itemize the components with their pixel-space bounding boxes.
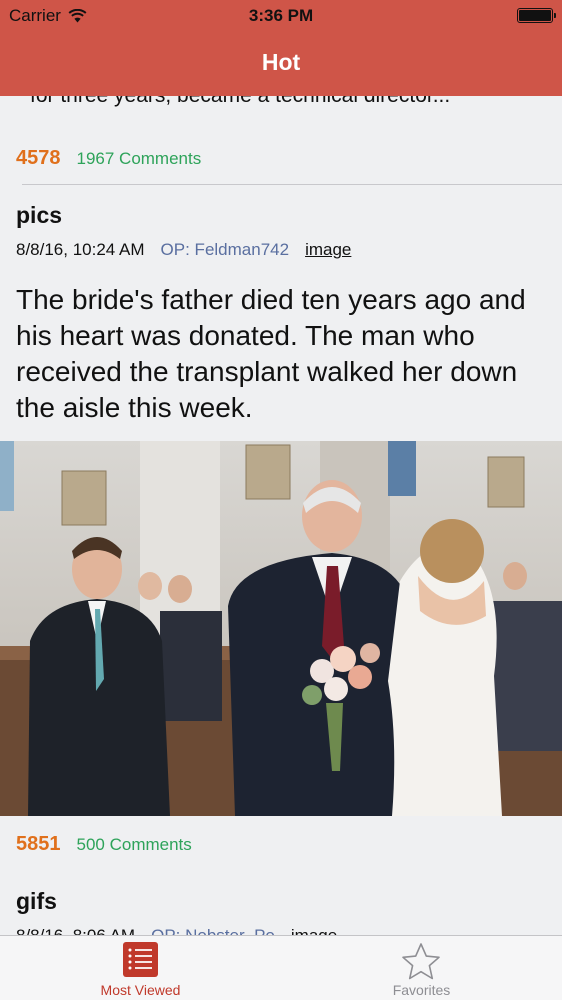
post-meta: 8/8/16, 10:24 AM OP: Feldman742 image bbox=[16, 240, 351, 260]
tab-most-viewed[interactable]: Most Viewed bbox=[0, 936, 281, 1000]
status-bar: Carrier 3:36 PM bbox=[0, 0, 562, 32]
navigation-header: Carrier 3:36 PM Hot bbox=[0, 0, 562, 96]
status-time: 3:36 PM bbox=[248, 6, 314, 25]
post-image[interactable] bbox=[0, 441, 562, 816]
post-author-link[interactable]: OP: Nobster_Po bbox=[151, 926, 275, 935]
tab-favorites[interactable]: Favorites bbox=[281, 936, 562, 1000]
post-title: The bride's father died ten years ago an… bbox=[16, 284, 526, 423]
post-author-link[interactable]: OP: Feldman742 bbox=[161, 240, 290, 260]
post-meta: 8/8/16, 8:06 AM OP: Nobster_Po image bbox=[16, 926, 337, 935]
list-icon bbox=[123, 942, 158, 977]
tab-bar: Most Viewed Favorites bbox=[0, 935, 562, 1000]
battery-icon bbox=[517, 8, 556, 23]
tab-label: Most Viewed bbox=[100, 982, 181, 998]
score-label: 5851 bbox=[16, 833, 61, 855]
post-date: 8/8/16, 10:24 AM bbox=[16, 240, 145, 259]
post-type-link[interactable]: image bbox=[291, 926, 337, 935]
post-feed[interactable]: for three years, became a technical dire… bbox=[0, 96, 562, 935]
post-divider bbox=[22, 184, 562, 185]
post-counts: 5851 500 Comments bbox=[16, 833, 192, 856]
star-icon bbox=[402, 943, 440, 980]
post-date: 8/8/16, 8:06 AM bbox=[16, 926, 135, 935]
tab-label: Favorites bbox=[392, 982, 451, 998]
comments-link[interactable]: 500 Comments bbox=[77, 835, 192, 855]
score-label: 4578 bbox=[16, 147, 61, 169]
post-category: gifs bbox=[16, 888, 57, 914]
previous-post-excerpt: for three years, became a technical dire… bbox=[30, 96, 450, 108]
previous-post-counts: 4578 1967 Comments bbox=[16, 147, 201, 170]
post-type-link[interactable]: image bbox=[305, 240, 351, 260]
post-category: pics bbox=[16, 202, 63, 228]
comments-link[interactable]: 1967 Comments bbox=[77, 149, 202, 169]
page-title: Hot bbox=[261, 49, 301, 75]
